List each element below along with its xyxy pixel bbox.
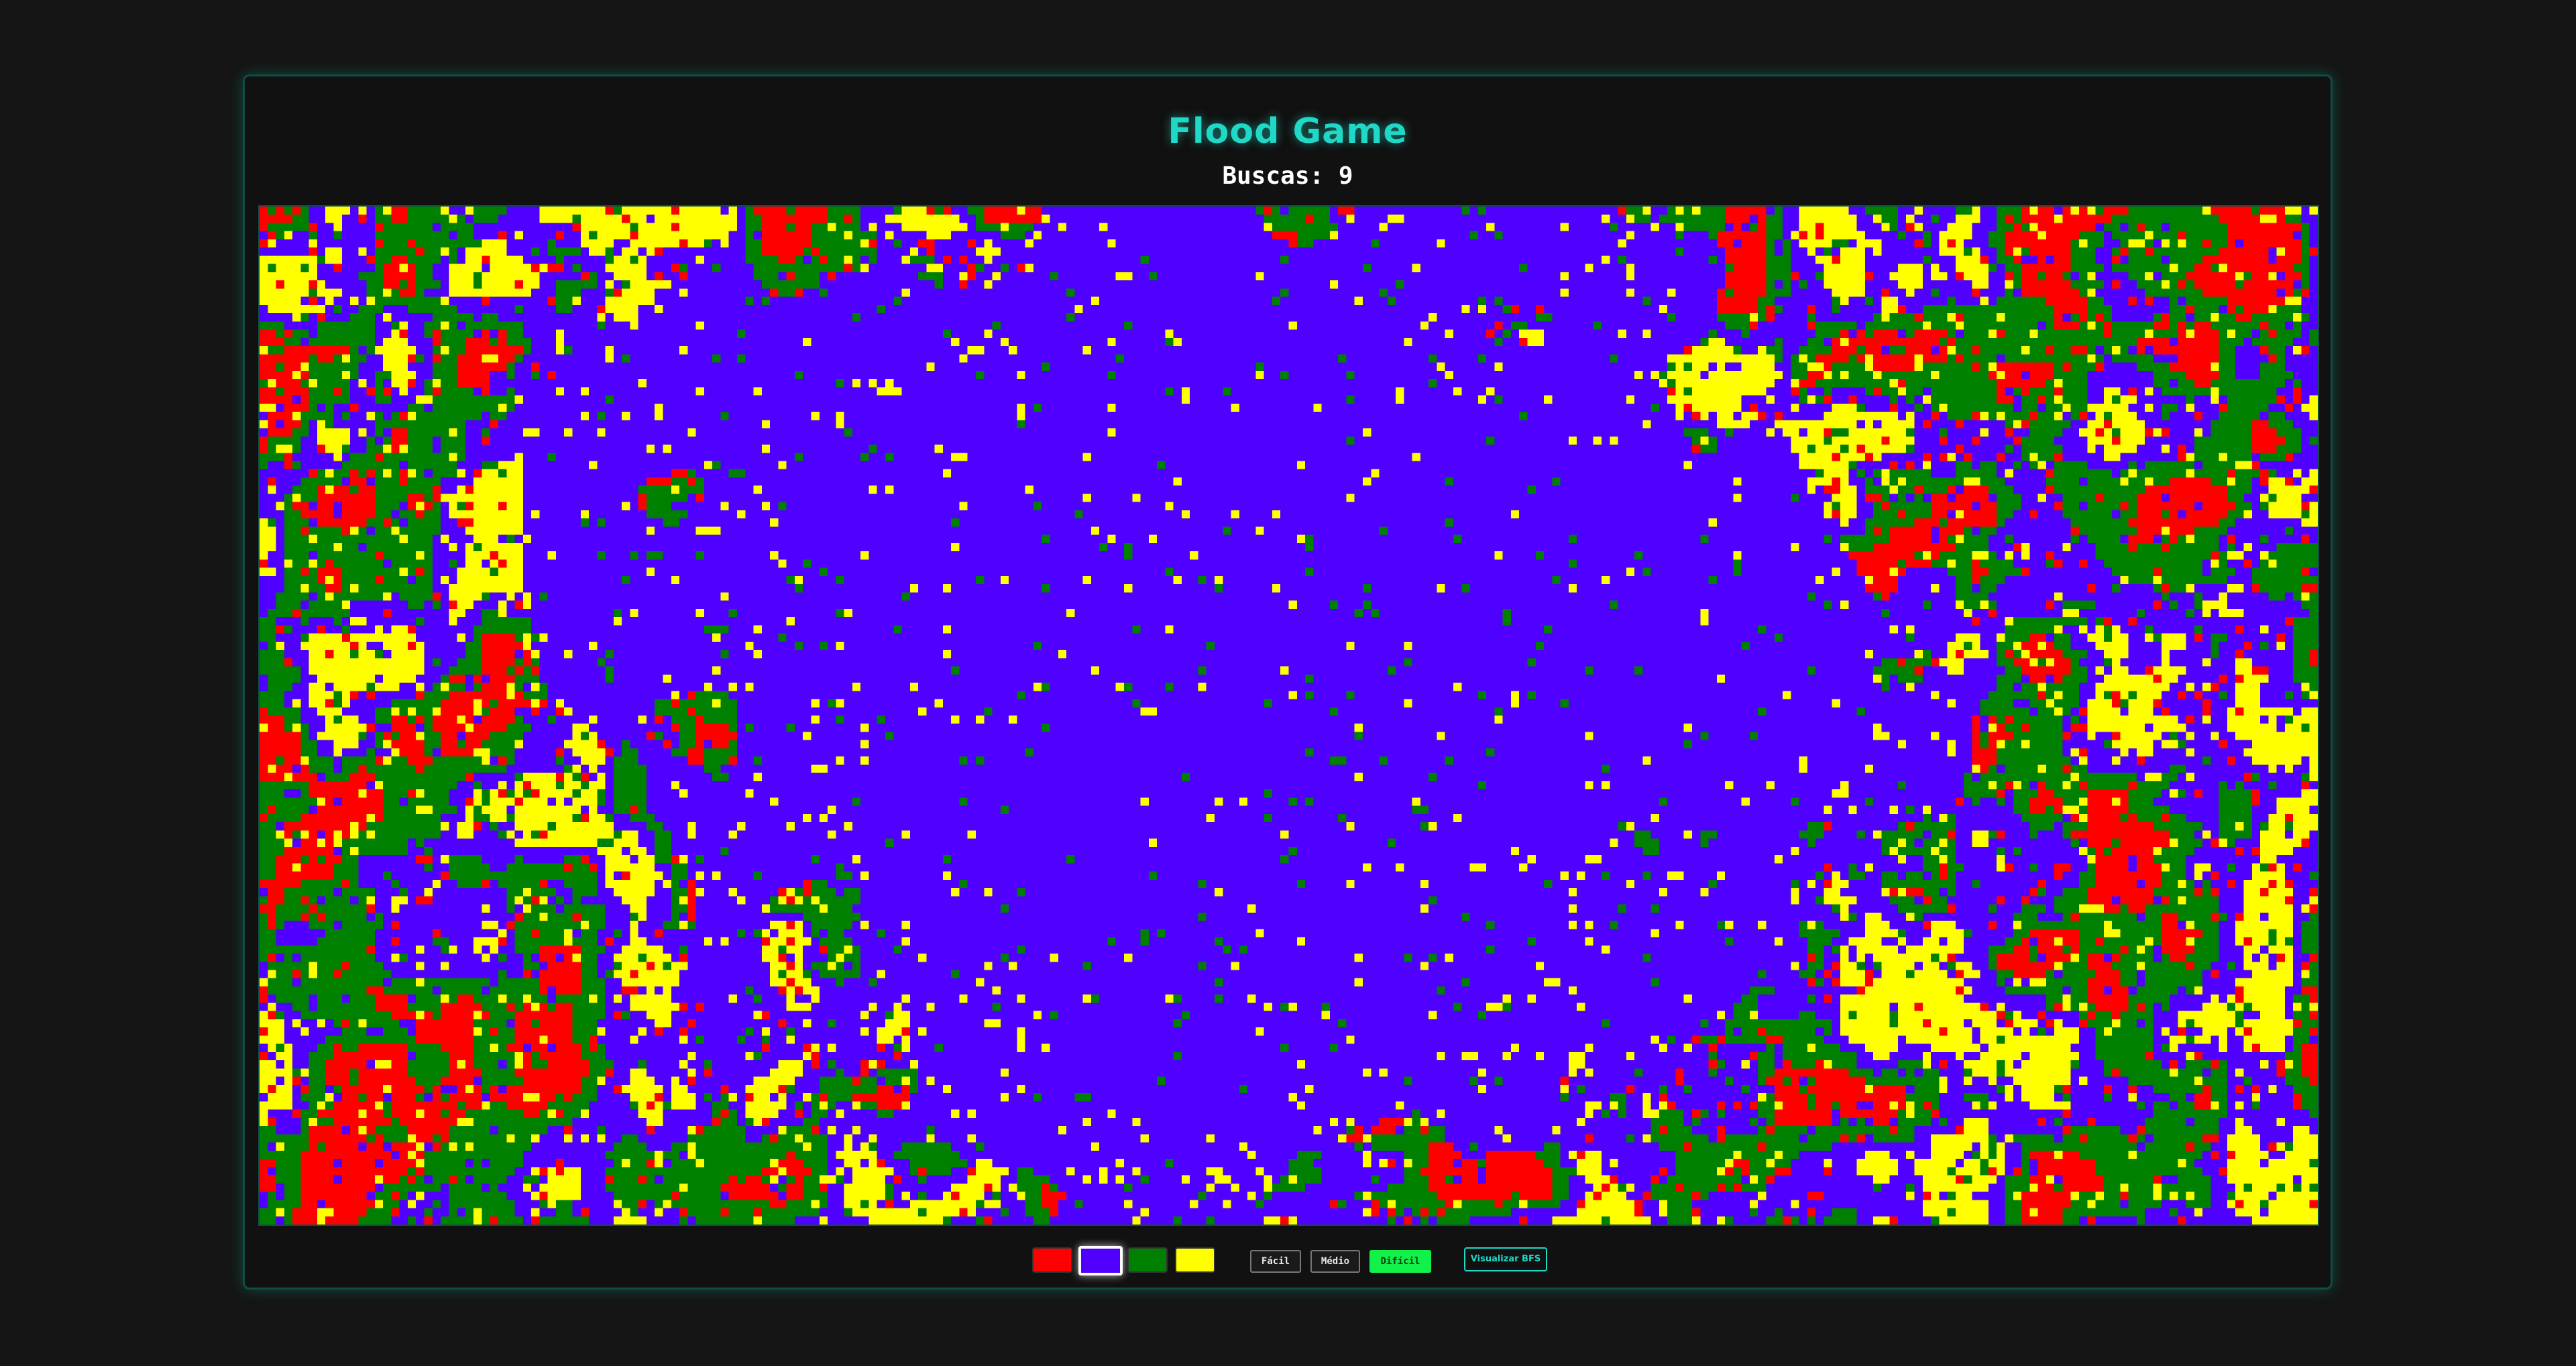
board-grid-canvas[interactable]: [260, 207, 2318, 1225]
moves-counter: Buscas: 9: [1222, 162, 1353, 190]
color-button-purple[interactable]: [1078, 1246, 1123, 1275]
controls-bar: Fácil Médio Difícil Visualizar BFS: [245, 1245, 2331, 1278]
color-button-yellow[interactable]: [1175, 1247, 1215, 1273]
difficulty-hard-button[interactable]: Difícil: [1369, 1250, 1431, 1273]
difficulty-medium-button[interactable]: Médio: [1310, 1250, 1360, 1273]
game-title: Flood Game: [1168, 111, 1408, 152]
color-button-green[interactable]: [1127, 1247, 1168, 1273]
game-panel: Flood Game Buscas: 9 Fácil Médio Difícil…: [243, 74, 2333, 1290]
visualize-bfs-button[interactable]: Visualizar BFS: [1464, 1247, 1547, 1271]
game-board[interactable]: [258, 205, 2319, 1226]
difficulty-easy-button[interactable]: Fácil: [1250, 1250, 1301, 1273]
color-button-red[interactable]: [1032, 1247, 1072, 1273]
